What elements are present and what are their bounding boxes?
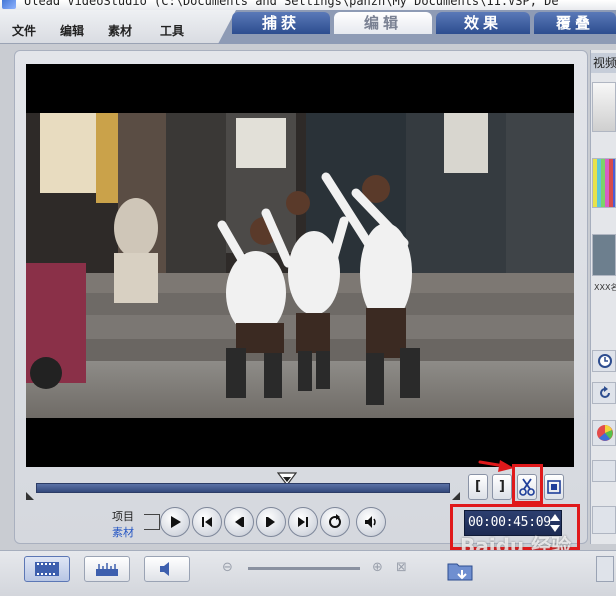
tab-effect[interactable]: 效果 — [436, 12, 530, 34]
tab-capture[interactable]: 捕获 — [232, 12, 330, 34]
step-back-icon — [235, 517, 244, 527]
library-category-tab[interactable]: 视频 — [591, 53, 616, 73]
skip-start-icon — [202, 517, 212, 527]
mode-clip-label[interactable]: 素材 — [112, 524, 134, 540]
volume-button[interactable] — [356, 507, 386, 537]
trim-out-marker[interactable] — [452, 492, 460, 500]
menu-clip[interactable]: 素材 — [108, 22, 132, 39]
expand-icon — [547, 480, 561, 494]
zoom-in-icon[interactable]: ⊕ — [372, 560, 383, 575]
zoom-slider[interactable] — [248, 567, 360, 570]
toolbar-end-button[interactable] — [596, 556, 614, 582]
options-color-button[interactable] — [592, 420, 616, 446]
tab-edit[interactable]: 编辑 — [334, 12, 432, 34]
trim-in-marker[interactable] — [26, 492, 34, 500]
skip-end-icon — [298, 517, 308, 527]
window-title: Ulead VideoStudio (C:\Documents and Sett… — [24, 0, 559, 8]
video-frame — [26, 113, 574, 418]
tab-overlay[interactable]: 覆叠 — [534, 12, 616, 34]
go-to-start-button[interactable] — [192, 507, 222, 537]
play-button[interactable] — [160, 507, 190, 537]
previous-frame-button[interactable] — [224, 507, 254, 537]
speaker-icon — [160, 562, 169, 576]
rotate-icon — [600, 386, 610, 398]
options-extra-button[interactable] — [592, 506, 616, 534]
insert-media-button[interactable] — [446, 556, 474, 584]
mode-bracket — [144, 514, 160, 530]
options-clock-button[interactable] — [592, 350, 616, 372]
mode-project-label[interactable]: 项目 — [112, 508, 134, 524]
play-icon — [171, 516, 181, 528]
video-frame-image — [26, 113, 574, 418]
step-forward-icon — [266, 517, 275, 527]
library-thumbnail[interactable] — [592, 234, 616, 276]
clock-icon — [598, 354, 612, 368]
thumbnail-caption: XXX名 — [594, 283, 616, 292]
timeline-view-button[interactable] — [84, 556, 130, 582]
app-icon — [2, 0, 16, 9]
preview-window — [26, 64, 574, 467]
repeat-button[interactable] — [320, 507, 350, 537]
zoom-out-icon[interactable]: ⊖ — [222, 560, 233, 575]
go-to-end-button[interactable] — [288, 507, 318, 537]
mark-out-button[interactable]: ] — [492, 474, 512, 500]
repeat-icon — [329, 514, 341, 528]
film-strip-icon — [35, 562, 59, 576]
folder-icon — [447, 563, 473, 581]
title-bar: Ulead VideoStudio (C:\Documents and Sett… — [0, 0, 616, 10]
fit-project-icon[interactable]: ⊠ — [396, 560, 407, 575]
storyboard-view-button[interactable] — [24, 556, 70, 582]
red-arrow-icon — [478, 460, 514, 472]
speaker-icon — [365, 516, 376, 528]
menu-edit[interactable]: 编辑 — [60, 22, 84, 39]
menu-file[interactable]: 文件 — [12, 22, 36, 39]
mark-in-button[interactable]: [ — [468, 474, 488, 500]
color-wheel-icon — [597, 425, 613, 441]
options-rotate-button[interactable] — [592, 382, 616, 404]
options-grid-button[interactable] — [592, 460, 616, 482]
enlarge-preview-button[interactable] — [544, 474, 564, 500]
library-thumbnail[interactable] — [592, 158, 616, 208]
library-thumbnail[interactable] — [592, 82, 616, 132]
next-frame-button[interactable] — [256, 507, 286, 537]
audio-view-button[interactable] — [144, 556, 190, 582]
menu-tools[interactable]: 工具 — [160, 22, 184, 39]
timeline-icon — [96, 563, 118, 576]
scrubber-track[interactable] — [36, 483, 450, 493]
